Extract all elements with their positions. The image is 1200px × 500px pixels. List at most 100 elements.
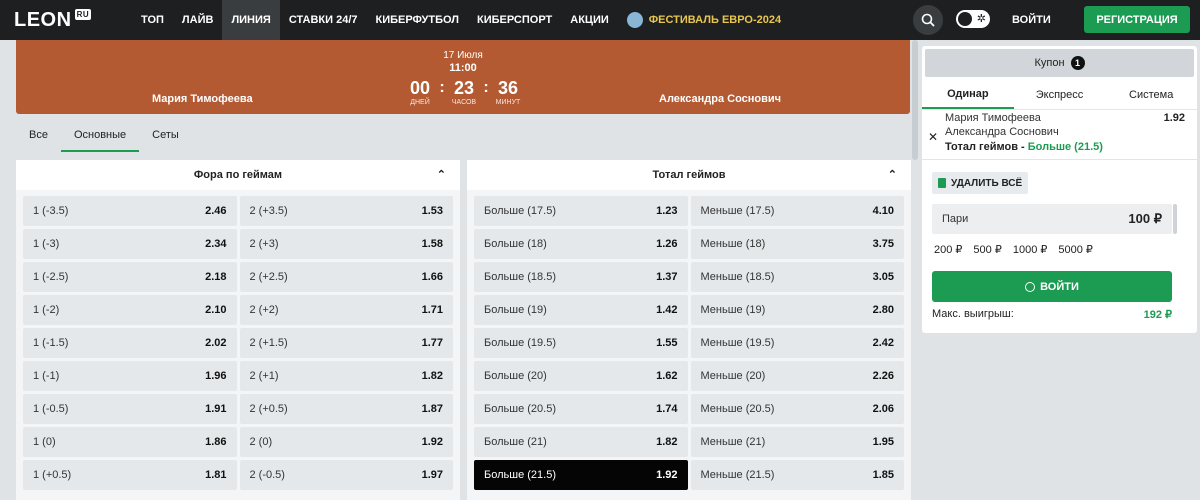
odds-value: 2.26 [872, 370, 894, 382]
max-win-value: 192 ₽ [1143, 309, 1172, 321]
tab-single[interactable]: Одинар [922, 80, 1014, 109]
odds-button[interactable]: 2 (+1) 1.82 [239, 361, 453, 391]
register-button[interactable]: РЕГИСТРАЦИЯ [1084, 6, 1190, 33]
team-2-name: Александра Соснович [659, 93, 782, 105]
odds-value: 2.46 [205, 205, 227, 217]
tab-all[interactable]: Все [16, 124, 61, 152]
close-icon[interactable]: ✕ [928, 130, 938, 144]
page-scrollbar[interactable] [912, 40, 918, 160]
nav-item-bets-247[interactable]: СТАВКИ 24/7 [280, 0, 367, 40]
market-handicap-games: Фора по геймам ⌃ 1 (-3.5) 2.46 2 (+3.5) 1.5… [16, 160, 460, 500]
odds-button[interactable]: 1 (0) 1.86 [23, 427, 237, 457]
quick-amount-200[interactable]: 200 ₽ [934, 243, 962, 256]
market-rows: Больше (17.5) 1.23 Меньше (17.5) 4.10 Больше… [467, 190, 911, 490]
market-title: Фора по геймам [193, 169, 283, 181]
odds-button[interactable]: Меньше (17.5) 4.10 [690, 196, 904, 226]
odds-label: 2 (-0.5) [249, 469, 285, 481]
countdown-days-label: ДНЕЙ [410, 99, 430, 106]
odds-button[interactable]: Больше (17.5) 1.23 [474, 196, 688, 226]
odds-button[interactable]: Меньше (21) 1.95 [690, 427, 904, 457]
odds-button[interactable]: Меньше (19) 2.80 [690, 295, 904, 325]
odds-button[interactable]: 1 (-2.5) 2.18 [23, 262, 237, 292]
chevron-up-icon[interactable]: ⌃ [437, 168, 446, 181]
odds-button[interactable]: Больше (20) 1.62 [474, 361, 688, 391]
leon-logo[interactable]: LEON RU [0, 0, 132, 40]
odds-value: 1.91 [205, 403, 227, 415]
odds-button[interactable]: 1 (-1) 1.96 [23, 361, 237, 391]
odds-label: 1 (-2.5) [33, 271, 69, 283]
odds-button-selected[interactable]: Больше (21.5) 1.92 [474, 460, 688, 490]
odds-button[interactable]: 2 (+1.5) 1.77 [239, 328, 453, 358]
odds-button[interactable]: Больше (19) 1.42 [474, 295, 688, 325]
quick-amount-500[interactable]: 500 ₽ [973, 243, 1001, 256]
odds-button[interactable]: 1 (-1.5) 2.02 [23, 328, 237, 358]
tab-system[interactable]: Система [1105, 80, 1197, 109]
odds-button[interactable]: 2 (+3) 1.58 [239, 229, 453, 259]
odds-button[interactable]: Больше (20.5) 1.74 [474, 394, 688, 424]
odds-row: Больше (21) 1.82 Меньше (21) 1.95 [474, 427, 904, 457]
delete-all-button[interactable]: УДАЛИТЬ ВСЁ [932, 172, 1029, 194]
nav-item-cyberfootball[interactable]: КИБЕРФУТБОЛ [367, 0, 469, 40]
odds-button[interactable]: Меньше (20.5) 2.06 [690, 394, 904, 424]
odds-button[interactable]: 2 (+3.5) 1.53 [239, 196, 453, 226]
coupon-header[interactable]: Купон 1 [925, 49, 1194, 77]
top-navigation: LEON RU ТОП ЛАЙВ ЛИНИЯ СТАВКИ 24/7 КИБЕР… [0, 0, 1200, 40]
tab-express[interactable]: Экспресс [1014, 80, 1106, 109]
odds-row: 1 (-1) 1.96 2 (+1) 1.82 [23, 361, 453, 391]
tab-main[interactable]: Основные [60, 124, 140, 152]
odds-value: 1.71 [421, 304, 443, 316]
quick-amount-5000[interactable]: 5000 ₽ [1058, 243, 1093, 256]
odds-button[interactable]: Меньше (19.5) 2.42 [690, 328, 904, 358]
odds-value: 1.87 [421, 403, 443, 415]
odds-button[interactable]: Меньше (21.5) 1.85 [690, 460, 904, 490]
odds-row: 1 (-1.5) 2.02 2 (+1.5) 1.77 [23, 328, 453, 358]
odds-button[interactable]: Больше (18.5) 1.37 [474, 262, 688, 292]
odds-button[interactable]: Меньше (18.5) 3.05 [690, 262, 904, 292]
odds-button[interactable]: 2 (0) 1.92 [239, 427, 453, 457]
stake-scrollbar[interactable] [1173, 204, 1177, 234]
stake-input[interactable]: Пари 100 ₽ [932, 204, 1172, 234]
nav-item-line[interactable]: ЛИНИЯ [222, 0, 280, 40]
countdown-hours-value: 23 [453, 78, 475, 98]
odds-value: 1.58 [421, 238, 443, 250]
search-button[interactable] [913, 5, 943, 35]
odds-label: Меньше (18.5) [700, 271, 775, 283]
bet-team-1: Мария Тимофеева [945, 112, 1041, 124]
odds-value: 1.74 [656, 403, 678, 415]
coupon-login-button[interactable]: ВОЙТИ [932, 271, 1172, 302]
login-link[interactable]: ВОЙТИ [1012, 10, 1051, 30]
theme-toggle[interactable]: ✲ [956, 10, 990, 28]
toggle-knob [958, 12, 972, 26]
odds-button[interactable]: 1 (-0.5) 1.91 [23, 394, 237, 424]
nav-item-promotions[interactable]: АКЦИИ [561, 0, 618, 40]
tab-sets[interactable]: Сеты [139, 124, 192, 152]
match-header: 17 Июля 11:00 Мария Тимофеева 00 ДНЕЙ : … [16, 40, 910, 114]
market-header[interactable]: Тотал геймов ⌃ [467, 160, 911, 190]
odds-button[interactable]: Меньше (20) 2.26 [690, 361, 904, 391]
odds-label: Меньше (20) [700, 370, 766, 382]
nav-item-esports[interactable]: КИБЕРСПОРТ [468, 0, 561, 40]
market-header[interactable]: Фора по геймам ⌃ [16, 160, 460, 190]
odds-button[interactable]: 2 (+0.5) 1.87 [239, 394, 453, 424]
odds-button[interactable]: 1 (-3.5) 2.46 [23, 196, 237, 226]
odds-button[interactable]: Больше (19.5) 1.55 [474, 328, 688, 358]
logo-text: LEON [14, 8, 72, 31]
odds-button[interactable]: Больше (21) 1.82 [474, 427, 688, 457]
odds-button[interactable]: 1 (+0.5) 1.81 [23, 460, 237, 490]
odds-button[interactable]: 1 (-2) 2.10 [23, 295, 237, 325]
user-icon [1025, 281, 1036, 292]
odds-button[interactable]: Больше (18) 1.26 [474, 229, 688, 259]
odds-button[interactable]: Меньше (18) 3.75 [690, 229, 904, 259]
odds-button[interactable]: 2 (+2) 1.71 [239, 295, 453, 325]
nav-item-festival[interactable]: ФЕСТИВАЛЬ ЕВРО-2024 [618, 0, 790, 40]
odds-button[interactable]: 1 (-3) 2.34 [23, 229, 237, 259]
odds-label: 1 (+0.5) [33, 469, 72, 481]
quick-amount-1000[interactable]: 1000 ₽ [1013, 243, 1048, 256]
chevron-up-icon[interactable]: ⌃ [888, 168, 897, 181]
odds-value: 1.26 [656, 238, 678, 250]
nav-item-live[interactable]: ЛАЙВ [173, 0, 223, 40]
odds-button[interactable]: 2 (-0.5) 1.97 [239, 460, 453, 490]
nav-item-top[interactable]: ТОП [132, 0, 173, 40]
odds-row: 1 (-2.5) 2.18 2 (+2.5) 1.66 [23, 262, 453, 292]
odds-button[interactable]: 2 (+2.5) 1.66 [239, 262, 453, 292]
